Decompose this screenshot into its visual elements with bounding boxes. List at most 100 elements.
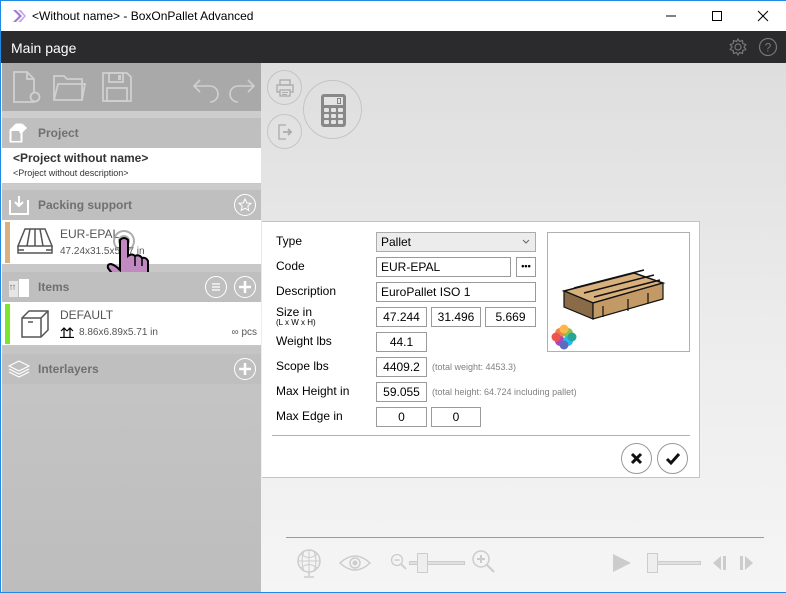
favorite-button[interactable] xyxy=(234,194,256,216)
play-icon[interactable] xyxy=(611,552,633,574)
undo-icon[interactable] xyxy=(190,70,224,104)
description-input[interactable]: EuroPallet ISO 1 xyxy=(376,282,536,302)
list-item[interactable]: DEFAULT 8.86x6.89x5.71 in ∞ pcs xyxy=(2,302,261,346)
size-height-input[interactable]: 5.669 xyxy=(485,307,536,327)
items-list-button[interactable] xyxy=(205,276,227,298)
export-icon xyxy=(278,124,293,140)
project-section-label: Project xyxy=(38,126,79,140)
project-section-header[interactable]: Project xyxy=(2,118,261,148)
menu-icon xyxy=(212,283,220,291)
viewer-divider xyxy=(286,537,764,538)
scope-input[interactable]: 4409.2 xyxy=(376,357,427,377)
cancel-button[interactable] xyxy=(621,443,652,474)
redo-icon[interactable] xyxy=(224,70,258,104)
add-interlayer-button[interactable] xyxy=(234,358,256,380)
plus-icon xyxy=(239,281,251,293)
size-width-input[interactable]: 31.496 xyxy=(431,307,481,327)
window-title: <Without name> - BoxOnPallet Advanced xyxy=(32,9,254,23)
chevron-down-icon xyxy=(522,239,530,244)
photos-app-icon xyxy=(551,324,577,350)
title-bar: <Without name> - BoxOnPallet Advanced xyxy=(1,0,786,31)
sidebar: Project <Project without name> <Project … xyxy=(2,63,261,592)
scope-hint: (total weight: 4453.3) xyxy=(432,362,517,372)
zoom-in-icon[interactable] xyxy=(471,549,497,575)
interlayers-icon xyxy=(8,360,30,378)
calculate-button[interactable] xyxy=(303,80,362,139)
packing-support-item[interactable]: EUR-EPAL 47.24x31.5x5.67 in xyxy=(2,220,261,287)
close-icon xyxy=(757,10,769,22)
step-back-icon[interactable] xyxy=(711,555,729,571)
item-size: 8.86x6.89x5.71 in xyxy=(79,327,158,338)
svg-text:?: ? xyxy=(765,41,772,55)
playback-slider[interactable] xyxy=(647,553,701,573)
orientation-arrows-icon xyxy=(60,327,74,338)
star-icon xyxy=(238,198,252,212)
description-label: Description xyxy=(276,284,337,298)
zoom-slider[interactable] xyxy=(409,553,465,573)
page-title: Main page xyxy=(11,40,77,56)
gear-icon[interactable] xyxy=(728,37,748,57)
minimize-icon xyxy=(666,15,676,17)
minimize-button[interactable] xyxy=(648,1,694,31)
item-color-strip xyxy=(5,304,10,344)
pallet-color-strip xyxy=(5,222,10,263)
maximize-icon xyxy=(712,11,722,21)
app-logo-icon xyxy=(13,10,26,22)
plus-icon xyxy=(239,363,251,375)
globe-icon[interactable] xyxy=(296,549,322,579)
zoom-out-icon[interactable] xyxy=(390,553,408,571)
dialog-divider xyxy=(272,435,690,436)
interlayers-section-header: Interlayers xyxy=(2,354,261,384)
pallet-preview-image[interactable] xyxy=(547,232,690,352)
size-label: Size in xyxy=(276,305,313,319)
print-button[interactable] xyxy=(267,70,302,105)
export-button[interactable] xyxy=(267,114,302,149)
save-icon[interactable] xyxy=(100,70,134,104)
checkmark-icon xyxy=(665,453,681,466)
weight-input[interactable]: 44.1 xyxy=(376,332,427,352)
project-name: <Project without name> xyxy=(13,151,149,165)
app-window: <Without name> - BoxOnPallet Advanced Ma… xyxy=(0,0,786,593)
box-icon xyxy=(21,310,49,338)
pallet-3d-image xyxy=(551,269,666,350)
max-edge-input-1[interactable]: 0 xyxy=(376,407,427,427)
items-label: Items xyxy=(38,280,70,294)
max-height-hint: (total height: 64.724 including pallet) xyxy=(432,387,577,397)
type-select[interactable]: Pallet xyxy=(376,232,536,252)
new-file-icon[interactable] xyxy=(10,70,44,104)
pallet-icon xyxy=(16,228,54,254)
close-window-button[interactable] xyxy=(740,1,786,31)
packing-support-label: Packing support xyxy=(38,198,133,212)
scope-label: Scope lbs xyxy=(276,359,329,373)
playback-slider-thumb[interactable] xyxy=(647,553,658,573)
item-quantity: ∞ pcs xyxy=(231,327,257,338)
max-height-input[interactable]: 59.055 xyxy=(376,382,427,402)
page-header: Main page ? xyxy=(1,31,786,63)
help-icon[interactable]: ? xyxy=(758,37,778,57)
zoom-slider-thumb[interactable] xyxy=(416,553,428,573)
project-edit-icon xyxy=(9,123,27,143)
weight-label: Weight lbs xyxy=(276,334,332,348)
open-folder-icon[interactable] xyxy=(52,70,86,104)
size-sublabel: (L x W x H) xyxy=(276,318,316,327)
size-length-input[interactable]: 47.244 xyxy=(376,307,427,327)
code-input[interactable]: EUR-EPAL xyxy=(376,257,511,277)
close-icon xyxy=(630,452,643,465)
items-section-header: Items xyxy=(2,272,261,302)
packing-support-section-header: Packing support xyxy=(2,190,261,220)
type-label: Type xyxy=(276,234,303,248)
project-description: <Project without description> xyxy=(13,168,129,178)
confirm-button[interactable] xyxy=(657,443,688,474)
code-browse-button[interactable]: ••• xyxy=(516,257,536,277)
item-name: DEFAULT xyxy=(60,308,114,322)
max-edge-input-2[interactable]: 0 xyxy=(431,407,481,427)
step-forward-icon[interactable] xyxy=(737,555,755,571)
max-edge-label: Max Edge in xyxy=(276,409,343,423)
file-toolbar xyxy=(2,63,261,111)
interlayers-label: Interlayers xyxy=(38,362,99,376)
eye-icon[interactable] xyxy=(339,553,371,573)
project-card[interactable]: <Project without name> <Project without … xyxy=(2,148,261,184)
calculator-icon xyxy=(321,94,346,127)
maximize-button[interactable] xyxy=(694,1,740,31)
add-item-button[interactable] xyxy=(234,276,256,298)
